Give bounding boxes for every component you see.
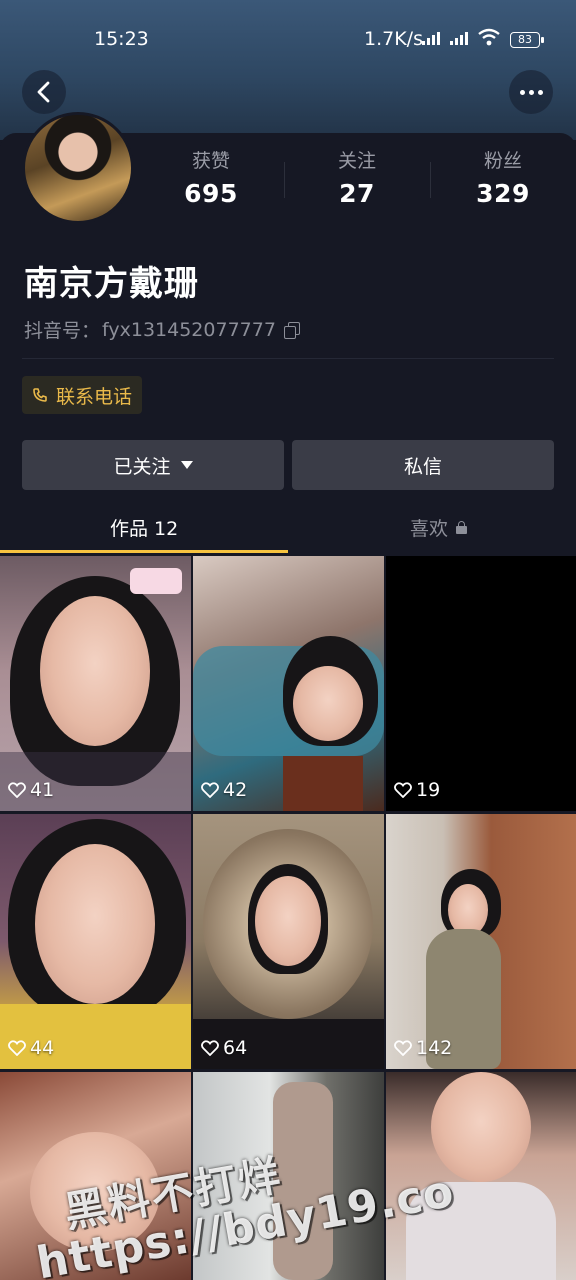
like-count-value: 142 bbox=[416, 1037, 453, 1059]
tab-likes[interactable]: 喜欢 bbox=[410, 514, 468, 541]
video-thumbnail[interactable]: 64 bbox=[193, 814, 384, 1069]
like-count: 142 bbox=[394, 1037, 452, 1059]
profile-tabs: 作品 12 喜欢 bbox=[0, 502, 576, 554]
tab-likes-label: 喜欢 bbox=[410, 518, 449, 540]
like-count-value: 64 bbox=[223, 1037, 248, 1059]
douyin-id-row: 抖音号： fyx131452077777 bbox=[24, 316, 300, 343]
followed-button[interactable]: 已关注 bbox=[22, 440, 284, 490]
stat-label: 获赞 bbox=[191, 150, 230, 172]
stat-likes[interactable]: 获赞 695 bbox=[138, 146, 284, 208]
battery-icon: 83 bbox=[510, 32, 544, 48]
tab-active-indicator bbox=[0, 550, 288, 553]
heart-icon bbox=[8, 1040, 26, 1056]
more-button[interactable] bbox=[509, 70, 553, 114]
video-thumbnail[interactable] bbox=[386, 1072, 576, 1280]
status-bar: 15:23 1.7K/s 83 bbox=[0, 0, 576, 80]
video-grid: 41 42 19 44 64 142 bbox=[0, 556, 576, 1280]
stat-label: 粉丝 bbox=[483, 150, 522, 172]
video-thumbnail[interactable]: 41 bbox=[0, 556, 191, 811]
tab-works[interactable]: 作品 12 bbox=[110, 514, 178, 541]
message-button[interactable]: 私信 bbox=[292, 440, 554, 490]
heart-icon bbox=[201, 782, 219, 798]
message-label: 私信 bbox=[403, 455, 442, 478]
tab-works-label: 作品 12 bbox=[110, 518, 179, 540]
video-thumbnail[interactable] bbox=[193, 1072, 384, 1280]
like-count-value: 41 bbox=[30, 779, 55, 801]
chevron-left-icon bbox=[37, 81, 50, 103]
douyin-id-value: fyx131452077777 bbox=[102, 318, 276, 341]
video-thumbnail[interactable]: 142 bbox=[386, 814, 576, 1069]
caret-down-icon bbox=[180, 461, 193, 469]
followed-label: 已关注 bbox=[113, 455, 171, 478]
stat-following[interactable]: 关注 27 bbox=[284, 146, 430, 208]
phone-icon bbox=[33, 388, 47, 402]
video-thumbnail[interactable] bbox=[0, 1072, 191, 1280]
like-count-value: 19 bbox=[416, 779, 441, 801]
like-count: 19 bbox=[394, 779, 440, 801]
heart-icon bbox=[394, 782, 412, 798]
divider bbox=[22, 358, 554, 359]
signal-icon bbox=[422, 31, 440, 45]
wifi-icon bbox=[478, 28, 500, 46]
profile-name: 南京方戴珊 bbox=[24, 264, 199, 304]
douyin-id-label: 抖音号： bbox=[24, 320, 101, 342]
stat-label: 关注 bbox=[337, 150, 376, 172]
back-button[interactable] bbox=[22, 70, 66, 114]
video-thumbnail[interactable]: 19 bbox=[386, 556, 576, 811]
contact-phone-button[interactable]: 联系电话 bbox=[22, 376, 143, 414]
status-time: 15:23 bbox=[94, 28, 149, 50]
like-count-value: 44 bbox=[30, 1037, 55, 1059]
heart-icon bbox=[8, 782, 26, 798]
heart-icon bbox=[201, 1040, 219, 1056]
stat-value: 695 bbox=[184, 179, 238, 208]
avatar[interactable] bbox=[22, 112, 134, 224]
like-count: 41 bbox=[8, 779, 54, 801]
like-count-value: 42 bbox=[223, 779, 248, 801]
like-count: 44 bbox=[8, 1037, 54, 1059]
contact-phone-label: 联系电话 bbox=[56, 385, 133, 408]
stat-value: 27 bbox=[339, 179, 375, 208]
stat-followers[interactable]: 粉丝 329 bbox=[430, 146, 576, 208]
sticker bbox=[130, 568, 182, 594]
like-count: 42 bbox=[201, 779, 247, 801]
copy-icon[interactable] bbox=[283, 321, 300, 339]
video-thumbnail[interactable]: 42 bbox=[193, 556, 384, 811]
lock-icon bbox=[456, 521, 468, 534]
network-speed: 1.7K/s bbox=[364, 28, 423, 50]
stat-value: 329 bbox=[476, 179, 530, 208]
heart-icon bbox=[394, 1040, 412, 1056]
signal-icon bbox=[450, 31, 468, 45]
more-horizontal-icon bbox=[519, 89, 543, 95]
video-thumbnail[interactable]: 44 bbox=[0, 814, 191, 1069]
profile-stats: 获赞 695 关注 27 粉丝 329 bbox=[138, 146, 576, 210]
like-count: 64 bbox=[201, 1037, 247, 1059]
